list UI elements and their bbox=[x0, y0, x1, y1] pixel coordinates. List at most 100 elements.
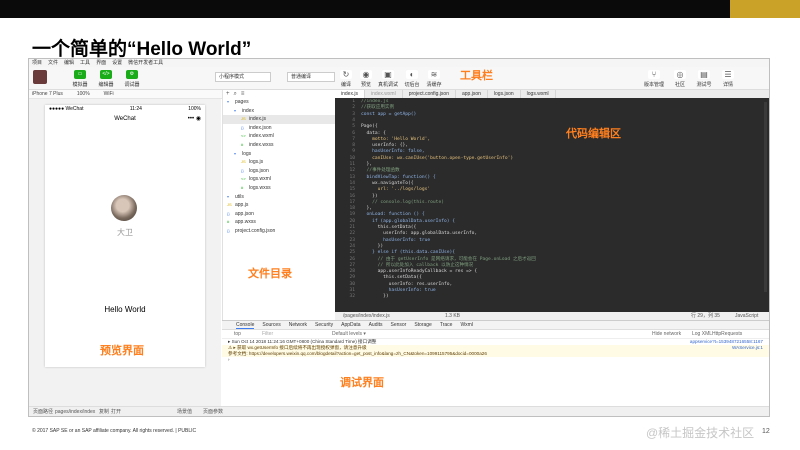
simulator-options-bar: iPhone 7 Plus 100% WiFi bbox=[29, 90, 224, 99]
json-file-icon: {} bbox=[227, 227, 230, 233]
menu-item[interactable]: 工具 bbox=[80, 59, 90, 67]
clear-cache-button[interactable]: ≋ 清缓存 bbox=[423, 70, 445, 88]
folder-icon: ▾ bbox=[227, 193, 230, 199]
file-tree-item[interactable]: # logs.wxss bbox=[223, 184, 335, 193]
menu-item[interactable]: 编辑 bbox=[64, 59, 74, 67]
slide-top-band bbox=[0, 0, 800, 18]
editor-scrollbar[interactable] bbox=[764, 102, 767, 292]
scene-label[interactable]: 场景值 bbox=[177, 407, 192, 416]
community-button[interactable]: ◎ 社区 bbox=[669, 70, 691, 88]
debugger-tab[interactable]: Console bbox=[236, 321, 255, 329]
menu-item[interactable]: 项目 bbox=[32, 59, 42, 67]
branch-icon: ⑂ bbox=[648, 70, 660, 79]
file-tree-item[interactable]: JS app.js bbox=[223, 201, 335, 210]
levels-select[interactable]: Default levels ▾ bbox=[332, 330, 366, 338]
test-icon: ▤ bbox=[698, 70, 710, 79]
debugger-tab[interactable]: Wxml bbox=[460, 321, 473, 329]
capsule-menu[interactable]: ••• ◉ bbox=[188, 115, 201, 123]
zoom-select[interactable]: 100% bbox=[77, 90, 90, 98]
preview-button[interactable]: ◉ 预览 bbox=[355, 70, 377, 88]
editor-icon: </> bbox=[100, 70, 112, 79]
language-mode[interactable]: JavaScript bbox=[735, 312, 758, 320]
slide-title: 一个简单的“Hello World” bbox=[32, 39, 252, 60]
phone-status-bar: ●●●●● WeChat 11:24 100% bbox=[49, 106, 201, 112]
devtools-window: 项目 文件 编辑 工具 界面 设置 微信开发者工具 ▭ 模拟器 </> 编辑器 ⚙ 调试器 … bbox=[28, 58, 770, 417]
file-name: utils bbox=[235, 193, 244, 200]
file-tree-item[interactable]: <> index.wxml bbox=[223, 132, 335, 141]
mode-select[interactable]: 小程序模式 bbox=[215, 72, 271, 82]
code-area[interactable]: 1//index.js 2//获取应用实例 3 const app = getApp(… bbox=[335, 99, 755, 299]
debugger-tab[interactable]: Network bbox=[289, 321, 307, 329]
menu-item[interactable]: 微信开发者工具 bbox=[128, 59, 163, 67]
test-account-button[interactable]: ▤ 测试号 bbox=[693, 70, 715, 88]
simulator-button[interactable]: ▭ 模拟器 bbox=[69, 70, 91, 88]
add-file-icon[interactable]: + bbox=[226, 90, 230, 98]
file-tree-item[interactable]: ▾ index bbox=[223, 107, 335, 116]
file-tree-item[interactable]: # app.wxss bbox=[223, 218, 335, 227]
editor-tab[interactable]: project.config.json bbox=[403, 90, 456, 98]
log-xhr-checkbox[interactable]: Log XMLHttpRequests bbox=[692, 330, 742, 338]
editor-tab[interactable]: logs.json bbox=[488, 90, 521, 98]
editor-footer: /pages/index/index.js 1.3 KB 行 29，列 35 J… bbox=[335, 312, 769, 320]
open-link[interactable]: 打开 bbox=[111, 407, 121, 416]
network-select[interactable]: WiFi bbox=[104, 90, 114, 98]
debugger-tab[interactable]: Sources bbox=[262, 321, 280, 329]
wxml-file-icon: <> bbox=[241, 133, 246, 139]
folder-icon: ▾ bbox=[227, 99, 230, 104]
simulator-icon: ▭ bbox=[74, 70, 86, 79]
annotation-debugger: 调试界面 bbox=[340, 377, 384, 389]
compile-button[interactable]: ↻ 编译 bbox=[335, 70, 357, 88]
console-message: ⚠ ▸ 获取 wx.getUserInfo 接口后续将不再出现授权弹窗，请注意升… bbox=[228, 345, 367, 350]
editor-button[interactable]: </> 编辑器 bbox=[95, 70, 117, 88]
community-icon: ◎ bbox=[674, 70, 686, 79]
debugger-tab[interactable]: Trace bbox=[440, 321, 453, 329]
file-tree-item[interactable]: # index.wxss bbox=[223, 141, 335, 150]
console-message: 参考文档: https://developers.weixin.qq.com/b… bbox=[228, 351, 487, 356]
file-tree-item[interactable]: JS index.js bbox=[223, 115, 335, 124]
filter-input[interactable]: Filter bbox=[262, 330, 273, 338]
collapse-icon[interactable]: ≡ bbox=[241, 90, 245, 98]
debugger-tab[interactable]: Sensor bbox=[390, 321, 406, 329]
file-tree-item[interactable]: {} index.json bbox=[223, 124, 335, 133]
remote-debug-button[interactable]: ▣ 真机调试 bbox=[377, 70, 399, 88]
phone-screen: ●●●●● WeChat 11:24 100% WeChat ••• ◉ 大卫 … bbox=[45, 105, 205, 367]
menu-item[interactable]: 界面 bbox=[96, 59, 106, 67]
version-button[interactable]: ⑂ 版本管理 bbox=[643, 70, 665, 88]
menu-item[interactable]: 文件 bbox=[48, 59, 58, 67]
search-icon[interactable]: ⌕ bbox=[234, 90, 237, 98]
file-tree-item[interactable]: ▾ pages bbox=[223, 98, 335, 107]
debugger-tab[interactable]: Storage bbox=[414, 321, 432, 329]
eye-icon: ◉ bbox=[360, 70, 372, 79]
file-name: app.wxss bbox=[235, 219, 256, 226]
copy-link[interactable]: 复制 bbox=[99, 407, 109, 416]
file-tree-item[interactable]: ▾ utils bbox=[223, 193, 335, 202]
file-list: ▾ pages ▾ index JS index.js{} index.json <> inde… bbox=[223, 98, 335, 236]
debugger-button[interactable]: ⚙ 调试器 bbox=[121, 70, 143, 88]
menu-item[interactable]: 设置 bbox=[112, 59, 122, 67]
simulator-panel: ●●●●● WeChat 11:24 100% WeChat ••• ◉ 大卫 … bbox=[29, 99, 221, 406]
file-tree-item[interactable]: <> logs.wxml bbox=[223, 175, 335, 184]
file-tree-item[interactable]: {} logs.json bbox=[223, 167, 335, 176]
file-tree-item[interactable]: JS logs.js bbox=[223, 158, 335, 167]
compile-select[interactable]: 普通编译 bbox=[287, 72, 335, 82]
debugger-tab[interactable]: Audits bbox=[369, 321, 383, 329]
editor-tab[interactable]: logs.wxml bbox=[521, 90, 556, 98]
context-select[interactable]: top bbox=[234, 331, 241, 337]
details-button[interactable]: ☰ 详情 bbox=[717, 70, 739, 88]
editor-tab[interactable]: index.wxml bbox=[365, 90, 403, 98]
file-tree-item[interactable]: {} app.json bbox=[223, 210, 335, 219]
background-button[interactable]: ◐ 切后台 bbox=[401, 70, 423, 88]
device-select[interactable]: iPhone 7 Plus bbox=[32, 90, 63, 98]
debugger-tab[interactable]: AppData bbox=[341, 321, 360, 329]
file-tree-item[interactable]: ▾ logs bbox=[223, 150, 335, 159]
user-avatar[interactable] bbox=[33, 70, 47, 84]
editor-tab[interactable]: index.js bbox=[335, 90, 365, 98]
hide-network-checkbox[interactable]: Hide network bbox=[652, 330, 681, 338]
console-line: › bbox=[222, 357, 769, 363]
editor-tab[interactable]: app.json bbox=[456, 90, 488, 98]
code-line: }) bbox=[361, 294, 389, 299]
user-avatar-large[interactable] bbox=[111, 195, 137, 221]
debugger-tab[interactable]: Security bbox=[315, 321, 333, 329]
file-tree-item[interactable]: {} project.config.json bbox=[223, 227, 335, 236]
params-label[interactable]: 页面参数 bbox=[203, 407, 223, 416]
